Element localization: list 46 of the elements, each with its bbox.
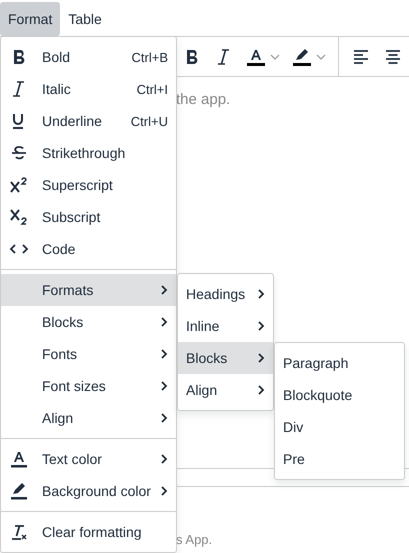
chevron-right-icon — [257, 288, 265, 300]
menu-item[interactable]: Blocks — [178, 342, 273, 374]
chevron-right-icon — [160, 316, 168, 328]
chevron-right-icon — [160, 348, 168, 360]
caret-icon — [270, 54, 280, 60]
menu-item[interactable]: Align — [178, 374, 273, 406]
menu-item[interactable]: Code — [1, 233, 176, 265]
chevron-right-icon — [257, 384, 265, 396]
highlighter-icon — [9, 481, 29, 501]
clear-formatting-icon — [9, 522, 29, 542]
menu-item[interactable]: Bold Ctrl+B — [1, 41, 176, 73]
editor-text: the app. — [176, 91, 232, 108]
menu-item[interactable]: Clear formatting — [1, 516, 176, 548]
menu-item[interactable]: Subscript — [1, 201, 176, 233]
menu-item[interactable]: Underline Ctrl+U — [1, 105, 176, 137]
menu-item[interactable]: Align — [1, 402, 176, 434]
menu-item[interactable]: Text color — [1, 443, 176, 475]
caret-icon — [316, 54, 326, 60]
menu-item[interactable]: Pre — [275, 443, 404, 475]
menubar-item[interactable]: Format — [0, 2, 60, 36]
menu-item[interactable]: Blockquote — [275, 379, 404, 411]
menu-item[interactable]: Inline — [178, 310, 273, 342]
menu-item[interactable]: Fonts — [1, 338, 176, 370]
menu-item[interactable]: Paragraph — [275, 347, 404, 379]
menu-item[interactable]: Formats — [1, 274, 176, 306]
superscript-icon — [9, 175, 29, 195]
subscript-icon — [9, 207, 29, 227]
menubar-item[interactable]: Table — [60, 2, 110, 36]
chevron-right-icon — [160, 380, 168, 392]
chevron-right-icon — [160, 412, 168, 424]
menu-item[interactable]: Font sizes — [1, 370, 176, 402]
menu-item[interactable]: Italic Ctrl+I — [1, 73, 176, 105]
menu-item[interactable]: Headings — [178, 278, 273, 310]
menu-item[interactable]: Superscript — [1, 169, 176, 201]
menu-item[interactable]: Div — [275, 411, 404, 443]
chevron-right-icon — [160, 453, 168, 465]
chevron-right-icon — [160, 284, 168, 296]
chevron-right-icon — [257, 320, 265, 332]
menu-item[interactable]: Background color — [1, 475, 176, 507]
chevron-right-icon — [257, 352, 265, 364]
menu-item[interactable]: Blocks — [1, 306, 176, 338]
footer-text: s App. — [176, 532, 214, 547]
highlighter-icon — [292, 46, 312, 66]
chevron-right-icon — [160, 485, 168, 497]
text-color-icon — [9, 449, 29, 469]
menu-item[interactable]: Strikethrough — [1, 137, 176, 169]
